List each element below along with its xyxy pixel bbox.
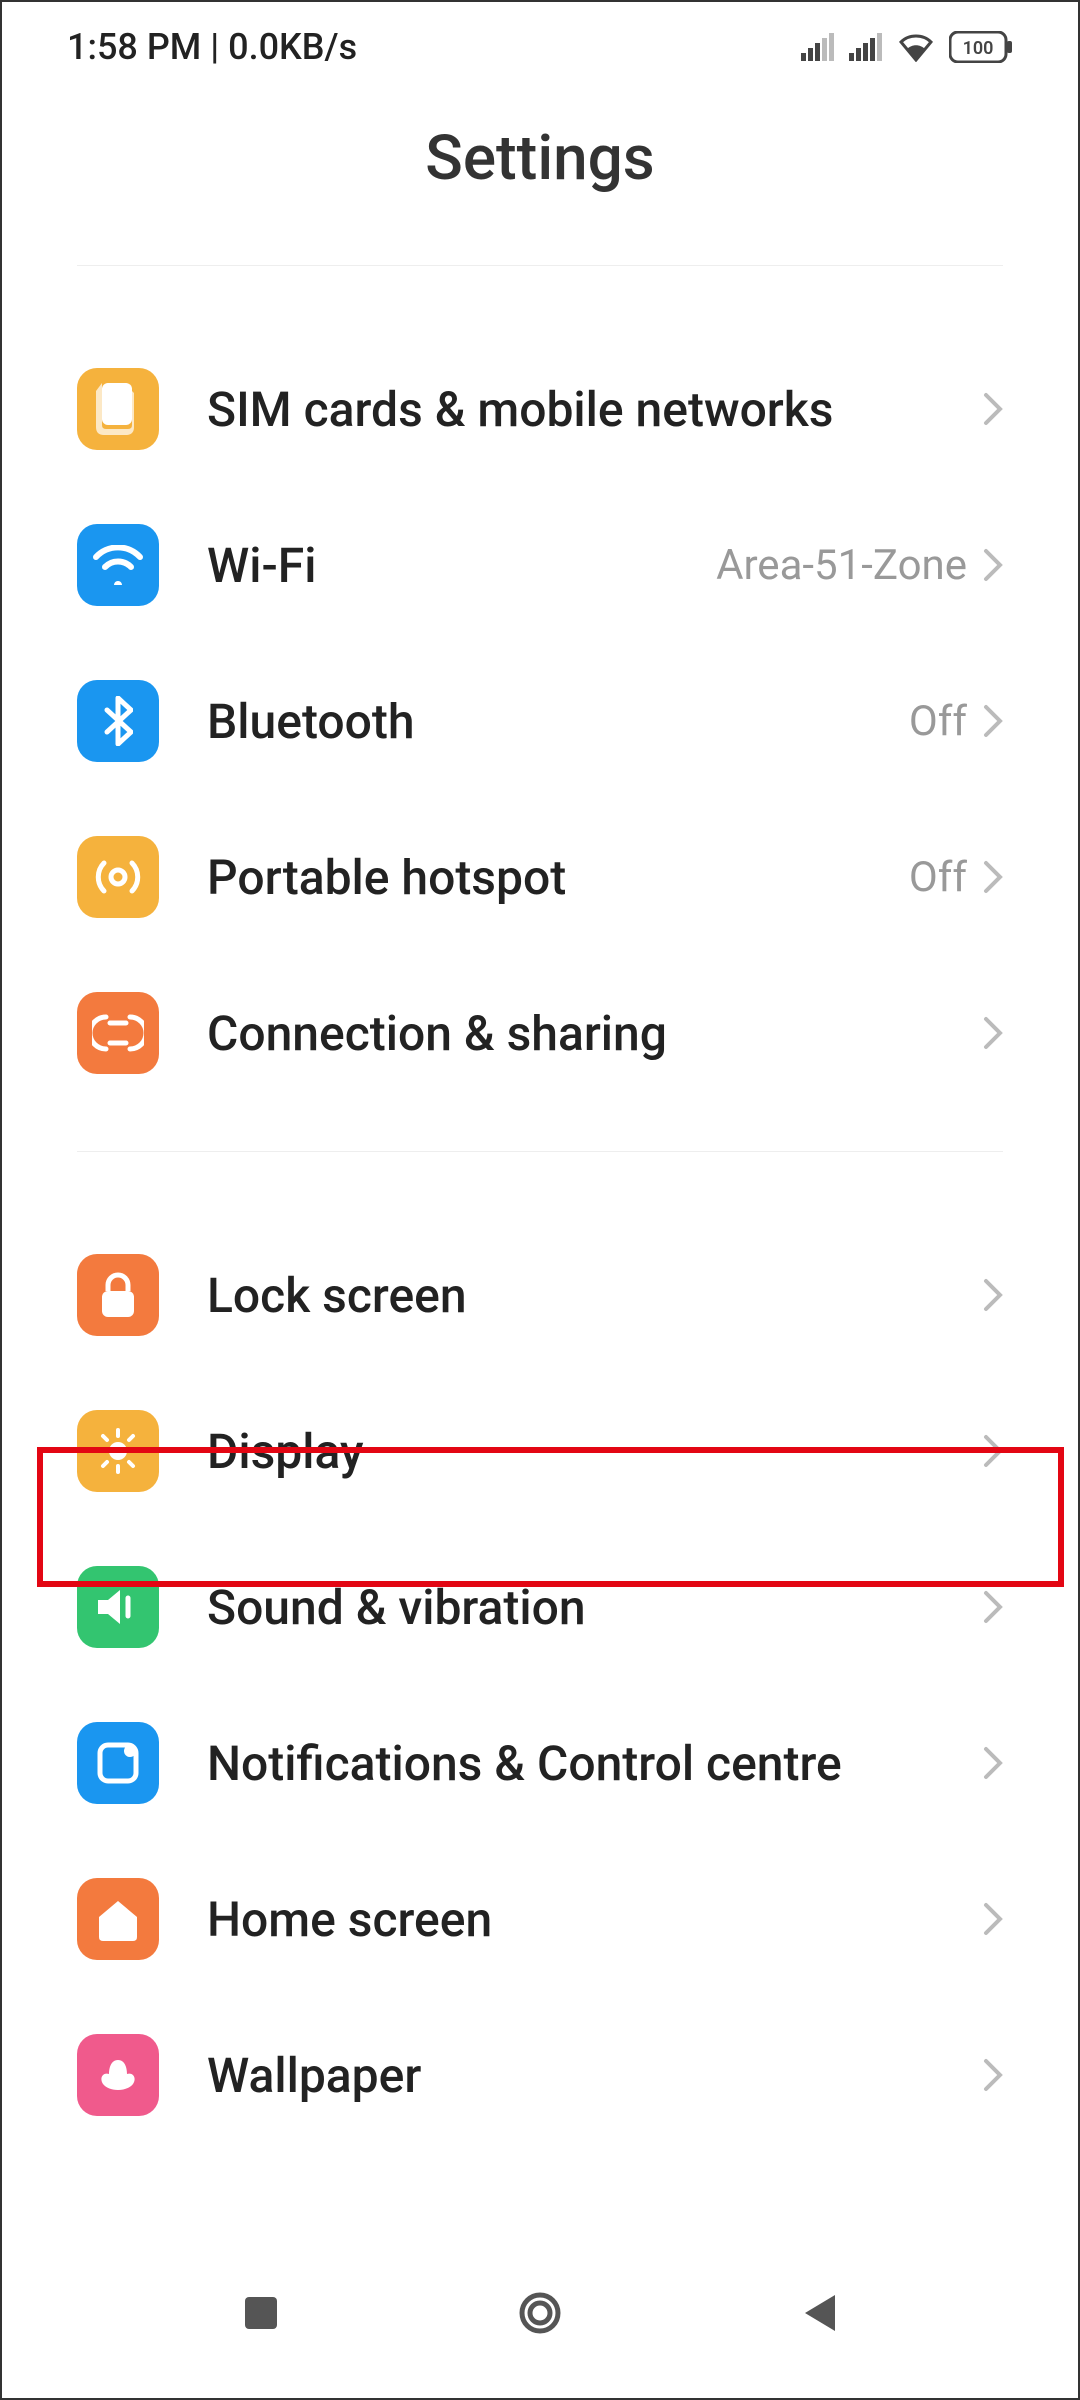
page-title: Settings <box>90 122 990 195</box>
svg-text:100: 100 <box>963 38 994 59</box>
settings-item-label: Wallpaper <box>207 2047 983 2104</box>
status-bar: 1:58 PM | 0.0KB/s 100 <box>2 2 1078 92</box>
chevron-right-icon <box>983 860 1003 894</box>
bluetooth-icon <box>77 680 159 762</box>
wallpaper-icon <box>77 2034 159 2116</box>
settings-item-label: Notifications & Control centre <box>207 1735 983 1792</box>
settings-item-label: Display <box>207 1423 983 1480</box>
chevron-right-icon <box>983 1746 1003 1780</box>
chevron-right-icon <box>983 2058 1003 2092</box>
connection-sharing-icon <box>77 992 159 1074</box>
notifications-icon <box>77 1722 159 1804</box>
settings-item-label: SIM cards & mobile networks <box>207 381 983 438</box>
nav-recents-button[interactable] <box>234 2286 288 2340</box>
settings-item-wallpaper[interactable]: Wallpaper <box>77 1997 1003 2153</box>
settings-item-label: Connection & sharing <box>207 1005 983 1062</box>
chevron-right-icon <box>983 1902 1003 1936</box>
settings-item-label: Portable hotspot <box>207 849 909 906</box>
settings-item-connection[interactable]: Connection & sharing <box>77 955 1003 1111</box>
chevron-right-icon <box>983 704 1003 738</box>
sound-icon <box>77 1566 159 1648</box>
battery-status-icon: 100 <box>949 31 1013 63</box>
settings-item-value: Area-51-Zone <box>716 541 967 590</box>
wifi-icon <box>77 524 159 606</box>
settings-section-network: SIM cards & mobile networks Wi-Fi Area-5… <box>77 265 1003 1151</box>
settings-item-lock[interactable]: Lock screen <box>77 1217 1003 1373</box>
settings-item-wifi[interactable]: Wi-Fi Area-51-Zone <box>77 487 1003 643</box>
chevron-right-icon <box>983 1278 1003 1312</box>
settings-section-device: Lock screen Display Sound & vibration No… <box>77 1151 1003 2193</box>
settings-item-label: Wi-Fi <box>207 537 716 594</box>
settings-item-hotspot[interactable]: Portable hotspot Off <box>77 799 1003 955</box>
page-header: Settings <box>2 92 1078 265</box>
status-indicators: 100 <box>801 31 1013 63</box>
settings-item-label: Bluetooth <box>207 693 909 750</box>
settings-item-notifications[interactable]: Notifications & Control centre <box>77 1685 1003 1841</box>
settings-item-label: Sound & vibration <box>207 1579 983 1636</box>
settings-item-label: Lock screen <box>207 1267 983 1324</box>
brightness-icon <box>77 1410 159 1492</box>
settings-item-value: Off <box>909 697 967 746</box>
settings-item-value: Off <box>909 853 967 902</box>
settings-item-bluetooth[interactable]: Bluetooth Off <box>77 643 1003 799</box>
chevron-right-icon <box>983 1434 1003 1468</box>
status-time: 1:58 PM | 0.0KB/s <box>67 26 357 68</box>
settings-item-display[interactable]: Display <box>77 1373 1003 1529</box>
signal-1-icon <box>801 33 835 61</box>
hotspot-icon <box>77 836 159 918</box>
signal-2-icon <box>849 33 883 61</box>
settings-item-home[interactable]: Home screen <box>77 1841 1003 1997</box>
settings-item-sim[interactable]: SIM cards & mobile networks <box>77 331 1003 487</box>
chevron-right-icon <box>983 1016 1003 1050</box>
nav-home-button[interactable] <box>513 2286 567 2340</box>
chevron-right-icon <box>983 548 1003 582</box>
chevron-right-icon <box>983 1590 1003 1624</box>
nav-back-button[interactable] <box>792 2286 846 2340</box>
settings-item-label: Home screen <box>207 1891 983 1948</box>
home-icon <box>77 1878 159 1960</box>
lock-icon <box>77 1254 159 1336</box>
chevron-right-icon <box>983 392 1003 426</box>
system-navigation-bar <box>2 2258 1078 2398</box>
wifi-status-icon <box>897 32 935 62</box>
sim-card-icon <box>77 368 159 450</box>
settings-item-sound[interactable]: Sound & vibration <box>77 1529 1003 1685</box>
